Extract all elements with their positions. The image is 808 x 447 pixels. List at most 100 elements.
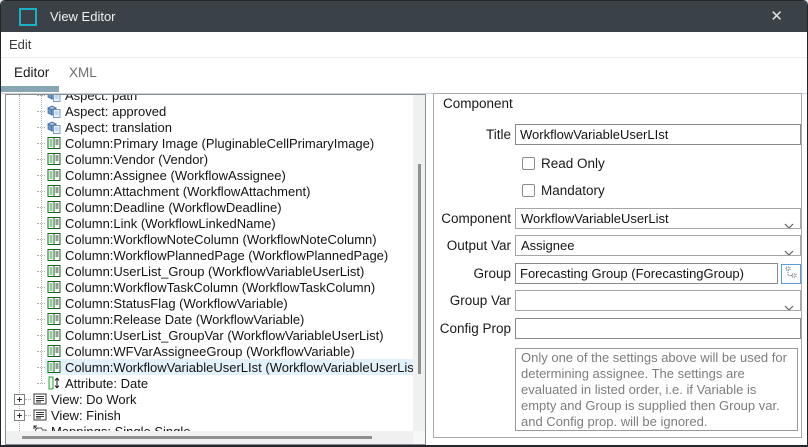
group-var-label: Group Var: [437, 293, 511, 308]
tree-item[interactable]: Column:Release Date (WorkflowVariable): [6, 311, 425, 327]
expand-plus-icon[interactable]: [14, 394, 25, 405]
tree-connector: [37, 383, 45, 384]
tree-connector: [37, 223, 45, 224]
view-editor-window: View Editor ✕ Edit Editor XML Aspect: pa…: [0, 0, 808, 447]
tree-item-label: Aspect: translation: [65, 120, 172, 135]
read-only-label: Read Only: [541, 156, 605, 171]
column-icon: [47, 344, 61, 358]
tree-item[interactable]: Column:Vendor (Vendor): [6, 151, 425, 167]
title-label: Title: [437, 127, 511, 142]
column-icon: [47, 296, 61, 310]
tree-horizontal-scrollbar[interactable]: [6, 431, 413, 444]
tabbar: Editor XML: [1, 58, 807, 94]
tree-item-label: Aspect: path: [65, 95, 137, 103]
tree-connector: [37, 271, 45, 272]
tree-item[interactable]: Column:Deadline (WorkflowDeadline): [6, 199, 425, 215]
tree-connector: [37, 351, 45, 352]
tree-item[interactable]: Column:WorkflowVariableUserLIst (Workflo…: [6, 359, 425, 375]
tree-item[interactable]: Column:WFVarAssigneeGroup (WorkflowVaria…: [6, 343, 425, 359]
tree-connector: [37, 111, 45, 112]
titlebar: View Editor ✕: [1, 1, 807, 32]
tree-item[interactable]: Column:Attachment (WorkflowAttachment): [6, 183, 425, 199]
tree-item-label: Column:Attachment (WorkflowAttachment): [65, 184, 310, 199]
title-input[interactable]: [515, 124, 801, 145]
mandatory-row: Mandatory: [522, 183, 605, 197]
tree-item[interactable]: Column:Assignee (WorkflowAssignee): [6, 167, 425, 183]
tree-item-label: Column:WorkflowVariableUserLIst (Workflo…: [65, 360, 422, 375]
tree-connector: [37, 191, 45, 192]
mandatory-checkbox[interactable]: [522, 184, 535, 197]
tree-item-label: Column:StatusFlag (WorkflowVariable): [65, 296, 288, 311]
menu-item-edit[interactable]: Edit: [1, 37, 39, 52]
title-field-row: Title: [437, 124, 801, 145]
close-icon[interactable]: ✕: [770, 9, 783, 24]
tree-item-label: Column:Deadline (WorkflowDeadline): [65, 200, 282, 215]
tree-item[interactable]: Attribute: Date: [6, 375, 425, 391]
tree-item-label: View: Do Work: [51, 392, 137, 407]
tree-item[interactable]: Column:WorkflowTaskColumn (WorkflowTaskC…: [6, 279, 425, 295]
component-dropdown-value: WorkflowVariableUserList: [521, 211, 669, 226]
tree-connector: [37, 159, 45, 160]
tree-item[interactable]: Aspect: path: [6, 95, 425, 103]
output-var-label: Output Var: [437, 238, 511, 253]
tree-item[interactable]: View: Do Work: [6, 391, 425, 407]
chevron-down-icon: [784, 217, 794, 229]
expand-plus-icon[interactable]: [14, 410, 25, 421]
view-icon: [33, 392, 47, 406]
read-only-checkbox[interactable]: [522, 157, 535, 170]
tree-item-label: Column:Vendor (Vendor): [65, 152, 208, 167]
tree-item[interactable]: Column:WorkflowPlannedPage (WorkflowPlan…: [6, 247, 425, 263]
tree-item-label: Aspect: approved: [65, 104, 166, 119]
assignee-help-text: Only one of the settings above will be u…: [515, 348, 798, 431]
component-dropdown[interactable]: WorkflowVariableUserList: [515, 208, 801, 229]
output-var-dropdown[interactable]: Assignee: [515, 235, 801, 256]
column-icon: [47, 232, 61, 246]
column-icon: [47, 136, 61, 150]
aspect-icon: [47, 95, 61, 102]
output-var-field-row: Output Var Assignee: [437, 235, 801, 256]
group-label: Group: [437, 266, 511, 281]
column-icon: [47, 312, 61, 326]
vertical-scrollbar-thumb[interactable]: [418, 164, 421, 374]
column-icon: [47, 360, 61, 374]
tree-item[interactable]: Column:WorkflowNoteColumn (WorkflowNoteC…: [6, 231, 425, 247]
tree-item[interactable]: Column:Link (WorkflowLinkedName): [6, 215, 425, 231]
tree-item-label: Column:Primary Image (PluginableCellPrim…: [65, 136, 374, 151]
view-structure-tree: Aspect: path Aspect: approved Aspect: tr…: [5, 94, 426, 445]
column-icon: [47, 248, 61, 262]
tree-vertical-scrollbar[interactable]: [413, 95, 425, 431]
output-var-dropdown-value: Assignee: [521, 238, 574, 253]
tab-xml[interactable]: XML: [69, 65, 97, 80]
aspect-icon: [47, 120, 61, 134]
aspect-icon: [47, 104, 61, 118]
tree-item-label: Column:WFVarAssigneeGroup (WorkflowVaria…: [65, 344, 355, 359]
column-icon: [47, 280, 61, 294]
column-icon: [47, 152, 61, 166]
tree-item-label: Column:Link (WorkflowLinkedName): [65, 216, 276, 231]
component-field-row: Component WorkflowVariableUserList: [437, 208, 801, 229]
tab-editor[interactable]: Editor: [14, 65, 49, 80]
tree-item[interactable]: Column:UserList_GroupVar (WorkflowVariab…: [6, 327, 425, 343]
tree-item[interactable]: View: Finish: [6, 407, 425, 423]
window-title: View Editor: [50, 9, 116, 24]
tree-item[interactable]: Column:UserList_Group (WorkflowVariableU…: [6, 263, 425, 279]
config-prop-input[interactable]: [515, 318, 801, 339]
column-icon: [47, 264, 61, 278]
horizontal-scrollbar-thumb[interactable]: [22, 436, 372, 439]
component-label: Component: [437, 211, 511, 226]
tree-browse-icon: [785, 266, 797, 281]
tree-item[interactable]: Column:StatusFlag (WorkflowVariable): [6, 295, 425, 311]
tree-connector: [37, 287, 45, 288]
column-icon: [47, 184, 61, 198]
group-var-dropdown[interactable]: [515, 290, 801, 311]
tree-item[interactable]: Aspect: translation: [6, 119, 425, 135]
tree-item[interactable]: Column:Primary Image (PluginableCellPrim…: [6, 135, 425, 151]
column-icon: [47, 200, 61, 214]
group-input[interactable]: [515, 263, 778, 284]
tree-item[interactable]: Aspect: approved: [6, 103, 425, 119]
group-browse-button[interactable]: [781, 264, 801, 284]
tree-connector: [37, 319, 45, 320]
tree-connector: [37, 335, 45, 336]
tree-item-label: Column:Release Date (WorkflowVariable): [65, 312, 304, 327]
scrollbar-corner: [413, 431, 425, 444]
